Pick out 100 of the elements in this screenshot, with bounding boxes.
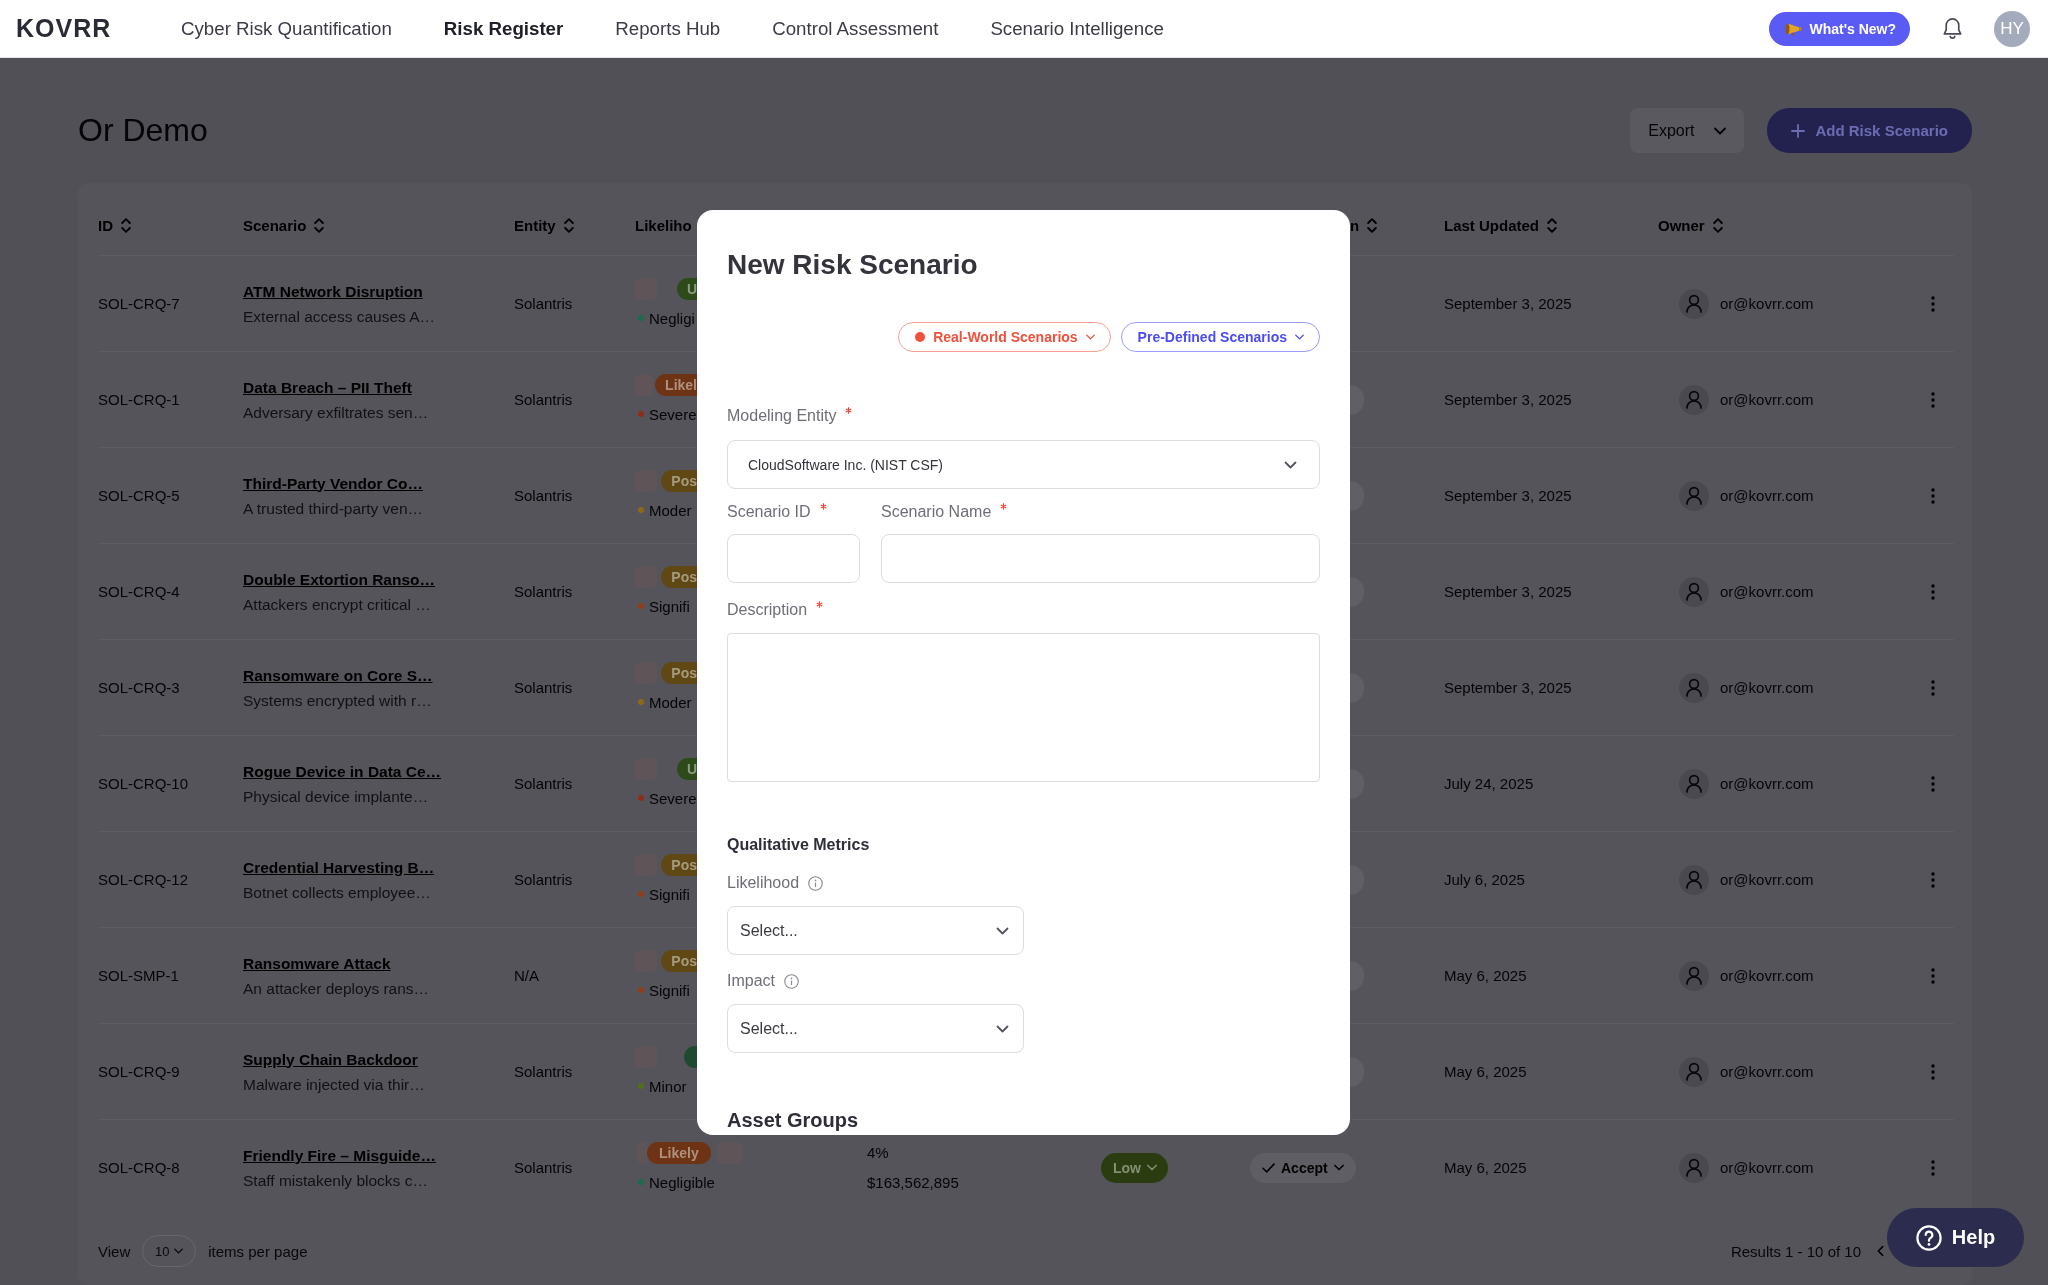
scenario-link[interactable]: ATM Network Disruption (243, 278, 423, 304)
scenario-link[interactable]: Rogue Device in Data Ce… (243, 758, 442, 784)
notification-bell-icon[interactable] (1942, 17, 1963, 40)
user-avatar[interactable]: HY (1994, 10, 2030, 47)
chevron-down-icon (996, 926, 1009, 935)
id-cell: SOL-CRQ-5 (98, 487, 180, 504)
owner-email: or@kovrr.com (1720, 487, 1814, 504)
scenario-link[interactable]: Data Breach – PII Theft (243, 374, 412, 400)
info-icon[interactable] (784, 973, 799, 989)
rating-dropdown[interactable]: Low (1101, 1152, 1168, 1183)
scenario-link[interactable]: Supply Chain Backdoor (243, 1046, 418, 1072)
entity-cell: Solantris (514, 1159, 573, 1176)
entity-cell: Solantris (514, 871, 573, 888)
id-cell: SOL-SMP-1 (98, 967, 179, 984)
impact-label: Signifi (649, 597, 690, 615)
section-heading: Qualitative Metrics (727, 835, 871, 855)
scenario-link[interactable]: Double Extortion Ranso… (243, 566, 436, 592)
likelihood-badge[interactable]: Pos (661, 854, 697, 876)
chevron-down-icon (996, 1024, 1009, 1033)
scenario-id-input[interactable] (727, 534, 860, 583)
date-cell: September 3, 2025 (1444, 295, 1572, 312)
scenario-link[interactable]: Ransomware Attack (243, 950, 391, 976)
column-header[interactable]: Scenario (243, 216, 325, 234)
loss-cell-text: $163,562,895 (867, 1172, 959, 1193)
column-header[interactable]: Last Updated (1444, 216, 1557, 234)
scenario-description: Physical device implante… (243, 786, 429, 807)
column-header[interactable]: Likeliho (635, 216, 692, 234)
per-page-label: items per page (208, 1242, 308, 1260)
nav-tab[interactable]: Reports Hub (615, 17, 721, 40)
more-options-icon[interactable] (1931, 391, 1935, 408)
entity-select[interactable]: CloudSoftware Inc. (NIST CSF) (727, 440, 1320, 489)
impact-label: Minor (649, 1077, 687, 1095)
add-risk-scenario-button[interactable]: Add Risk Scenario (1767, 108, 1972, 153)
scenario-source-button[interactable]: Pre-Defined Scenarios (1120, 322, 1320, 352)
metric-select[interactable]: Select... (727, 906, 1024, 955)
info-icon[interactable] (808, 875, 824, 891)
column-header[interactable]: ID (98, 216, 131, 234)
owner-email: or@kovrr.com (1720, 775, 1814, 792)
entity-cell: N/A (514, 967, 539, 984)
id-cell: SOL-CRQ-9 (98, 1063, 180, 1080)
date-cell: May 6, 2025 (1444, 1063, 1527, 1080)
date-cell: September 3, 2025 (1444, 487, 1572, 504)
column-header[interactable]: Owner (1658, 216, 1723, 234)
user-icon (1679, 1152, 1709, 1183)
likelihood-badge[interactable]: Pos (661, 662, 697, 684)
nav-tab[interactable]: Control Assessment (772, 17, 939, 40)
more-options-icon[interactable] (1931, 295, 1935, 312)
user-icon (1679, 288, 1709, 319)
impact-label: Signifi (649, 885, 690, 903)
scenario-link[interactable]: Friendly Fire – Misguide… (243, 1142, 436, 1168)
column-header[interactable]: Entity (514, 216, 574, 234)
response-dropdown[interactable]: Accept (1250, 1152, 1356, 1183)
more-options-icon[interactable] (1931, 1159, 1935, 1176)
id-cell: SOL-CRQ-12 (98, 871, 189, 888)
more-options-icon[interactable] (1931, 1063, 1935, 1080)
likelihood-badge[interactable]: Pos (661, 566, 697, 588)
impact-label: Moder (649, 693, 692, 711)
nav-tab[interactable]: Scenario Intelligence (990, 17, 1164, 40)
id-cell: SOL-CRQ-1 (98, 391, 180, 408)
previous-page-icon[interactable] (1877, 1245, 1884, 1257)
scenario-link[interactable]: Ransomware on Core S… (243, 662, 433, 688)
likelihood-badge[interactable]: Pos (661, 950, 697, 972)
likelihood-badge[interactable]: U (676, 758, 697, 780)
more-options-icon[interactable] (1931, 775, 1935, 792)
scenario-link[interactable]: Third-Party Vendor Co… (243, 470, 423, 496)
user-icon (1679, 480, 1709, 511)
scenario-description: Staff mistakenly blocks c… (243, 1170, 428, 1191)
likelihood-badge[interactable]: Likely (647, 1142, 711, 1164)
export-button[interactable]: Export (1630, 108, 1745, 153)
date-cell: September 3, 2025 (1444, 583, 1572, 600)
nav-tab[interactable]: Cyber Risk Quantification (181, 17, 392, 40)
more-options-icon[interactable] (1931, 487, 1935, 504)
entity-cell: Solantris (514, 391, 573, 408)
app-logo[interactable]: KOVRR (16, 14, 181, 43)
caret-icon (1147, 1164, 1157, 1171)
metric-select[interactable]: Select... (727, 1004, 1024, 1053)
more-options-icon[interactable] (1931, 679, 1935, 696)
likelihood-badge[interactable]: U (676, 278, 697, 300)
date-cell: May 6, 2025 (1444, 1159, 1527, 1176)
whats-new-button[interactable]: What's New? (1769, 11, 1910, 46)
scenario-description: Botnet collects employee… (243, 882, 431, 903)
likelihood-badge[interactable]: Likel (655, 374, 697, 396)
probability-cell-text: 4% (867, 1142, 889, 1163)
more-options-icon[interactable] (1931, 583, 1935, 600)
scenario-description: A trusted third-party ven… (243, 498, 424, 519)
nav-tab[interactable]: Risk Register (443, 17, 564, 40)
megaphone-icon (1784, 21, 1803, 36)
id-cell: SOL-CRQ-4 (98, 583, 180, 600)
scenario-source-button[interactable]: Real-World Scenarios (898, 322, 1111, 352)
user-icon (1679, 384, 1709, 415)
help-button[interactable]: Help (1887, 1208, 2024, 1267)
more-options-icon[interactable] (1931, 967, 1935, 984)
entity-cell: Solantris (514, 775, 573, 792)
scenario-name-input[interactable] (881, 534, 1320, 583)
more-options-icon[interactable] (1931, 871, 1935, 888)
column-header[interactable]: n (1350, 216, 1378, 234)
entity-cell: Solantris (514, 583, 573, 600)
likelihood-badge[interactable]: Pos (661, 470, 697, 492)
entity-cell: Solantris (514, 487, 573, 504)
scenario-link[interactable]: Credential Harvesting B… (243, 854, 435, 880)
